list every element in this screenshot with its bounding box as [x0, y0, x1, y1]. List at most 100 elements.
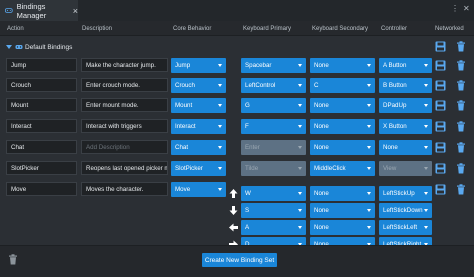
save-icon[interactable] [435, 142, 446, 153]
trash-icon[interactable] [456, 142, 466, 153]
keyboard-primary-dropdown-label: A [245, 224, 250, 231]
controller-dropdown-label: LeftStickDown [383, 207, 423, 214]
core-behavior-dropdown[interactable]: Jump [171, 58, 226, 73]
tab-bar: Bindings Manager × ⋮ ✕ [0, 0, 474, 21]
description-field[interactable]: Reopens last opened picker me [81, 161, 168, 175]
keyboard-secondary-dropdown[interactable]: None [310, 119, 375, 134]
caret-down-icon[interactable] [6, 45, 12, 49]
core-behavior-dropdown[interactable]: Mount [171, 98, 226, 113]
controller-dropdown[interactable]: None [379, 140, 432, 155]
action-name-field[interactable]: SlotPicker [6, 161, 77, 175]
core-behavior-dropdown-label: Interact [175, 123, 196, 130]
keyboard-primary-dropdown-label: S [245, 207, 250, 214]
description-field[interactable]: Enter mount mode. [81, 98, 168, 112]
keyboard-primary-dropdown[interactable]: S [241, 203, 306, 218]
close-window-icon[interactable]: ✕ [463, 4, 473, 16]
save-icon[interactable] [435, 41, 446, 52]
controller-dropdown-label: A Button [383, 62, 407, 69]
core-behavior-dropdown[interactable]: Move [171, 182, 226, 197]
chevron-down-icon [367, 167, 371, 170]
action-name-field[interactable]: Mount [6, 98, 77, 112]
create-binding-set-button[interactable]: Create New Binding Set [202, 253, 277, 267]
group-default-bindings[interactable]: Default Bindings [6, 41, 72, 53]
core-behavior-dropdown-label: Jump [175, 62, 191, 69]
core-behavior-dropdown-label: Crouch [175, 82, 195, 89]
col-controller: Controller [381, 26, 408, 32]
description-field[interactable]: Add Description [81, 140, 168, 154]
trash-icon[interactable] [456, 80, 466, 91]
action-name-field[interactable]: Move [6, 182, 77, 196]
save-icon[interactable] [435, 80, 446, 91]
controller-dropdown-label: LeftStickLeft [383, 224, 418, 231]
controller-dropdown[interactable]: LeftStickUp [379, 186, 432, 201]
keyboard-secondary-dropdown[interactable]: None [310, 140, 375, 155]
action-name-field[interactable]: Interact [6, 119, 77, 133]
chevron-down-icon [424, 64, 428, 67]
chevron-down-icon [298, 104, 302, 107]
description-field[interactable]: Enter crouch mode. [81, 78, 168, 92]
up-arrow-icon [229, 189, 238, 198]
controller-dropdown[interactable]: LeftStickLeft [379, 220, 432, 235]
chevron-down-icon [298, 84, 302, 87]
action-name-field[interactable]: Chat [6, 140, 77, 154]
keyboard-primary-dropdown[interactable]: Tilde [241, 161, 306, 176]
chevron-down-icon [218, 84, 222, 87]
trash-icon[interactable] [456, 163, 466, 174]
action-name-field[interactable]: Jump [6, 58, 77, 72]
chevron-down-icon [367, 146, 371, 149]
keyboard-secondary-dropdown[interactable]: None [310, 58, 375, 73]
trash-icon[interactable] [456, 184, 466, 195]
save-icon[interactable] [435, 163, 446, 174]
core-behavior-dropdown[interactable]: Chat [171, 140, 226, 155]
keyboard-secondary-dropdown[interactable]: None [310, 220, 375, 235]
more-menu-icon[interactable]: ⋮ [451, 4, 461, 16]
controller-dropdown-label: X Button [383, 123, 407, 130]
trash-icon[interactable] [456, 60, 466, 71]
keyboard-primary-dropdown[interactable]: F [241, 119, 306, 134]
keyboard-primary-dropdown[interactable]: A [241, 220, 306, 235]
trash-icon[interactable] [456, 41, 466, 52]
keyboard-secondary-dropdown-label: MiddleClick [314, 165, 346, 172]
keyboard-primary-dropdown[interactable]: LeftControl [241, 78, 306, 93]
keyboard-secondary-dropdown-label: None [314, 224, 329, 231]
keyboard-secondary-dropdown[interactable]: C [310, 78, 375, 93]
save-icon[interactable] [435, 184, 446, 195]
core-behavior-dropdown[interactable]: SlotPicker [171, 161, 226, 176]
chevron-down-icon [298, 167, 302, 170]
controller-dropdown[interactable]: LeftStickDown [379, 203, 432, 218]
controller-dropdown[interactable]: B Button [379, 78, 432, 93]
chevron-down-icon [218, 167, 222, 170]
chevron-down-icon [218, 104, 222, 107]
action-name-field[interactable]: Crouch [6, 78, 77, 92]
save-icon[interactable] [435, 60, 446, 71]
tab-close-icon[interactable]: × [73, 6, 78, 16]
core-behavior-dropdown[interactable]: Crouch [171, 78, 226, 93]
keyboard-primary-dropdown[interactable]: Spacebar [241, 58, 306, 73]
controller-dropdown[interactable]: View [379, 161, 432, 176]
delete-binding-set-icon[interactable] [8, 254, 18, 265]
keyboard-secondary-dropdown[interactable]: None [310, 98, 375, 113]
chevron-down-icon [424, 192, 428, 195]
keyboard-secondary-dropdown-label: None [314, 144, 329, 151]
controller-dropdown[interactable]: DPadUp [379, 98, 432, 113]
left-arrow-icon [229, 223, 238, 232]
core-behavior-dropdown[interactable]: Interact [171, 119, 226, 134]
keyboard-secondary-dropdown[interactable]: None [310, 203, 375, 218]
keyboard-secondary-dropdown[interactable]: None [310, 186, 375, 201]
keyboard-primary-dropdown[interactable]: G [241, 98, 306, 113]
controller-dropdown[interactable]: A Button [379, 58, 432, 73]
chevron-down-icon [298, 209, 302, 212]
save-icon[interactable] [435, 100, 446, 111]
description-field[interactable]: Moves the character. [81, 182, 168, 196]
chevron-down-icon [218, 64, 222, 67]
keyboard-primary-dropdown[interactable]: Enter [241, 140, 306, 155]
keyboard-secondary-dropdown[interactable]: MiddleClick [310, 161, 375, 176]
trash-icon[interactable] [456, 100, 466, 111]
trash-icon[interactable] [456, 121, 466, 132]
description-field[interactable]: Make the character jump. [81, 58, 168, 72]
tab-bindings-manager[interactable]: Bindings Manager × [0, 0, 78, 21]
save-icon[interactable] [435, 121, 446, 132]
controller-dropdown[interactable]: X Button [379, 119, 432, 134]
keyboard-primary-dropdown[interactable]: W [241, 186, 306, 201]
description-field[interactable]: Interact with triggers [81, 119, 168, 133]
